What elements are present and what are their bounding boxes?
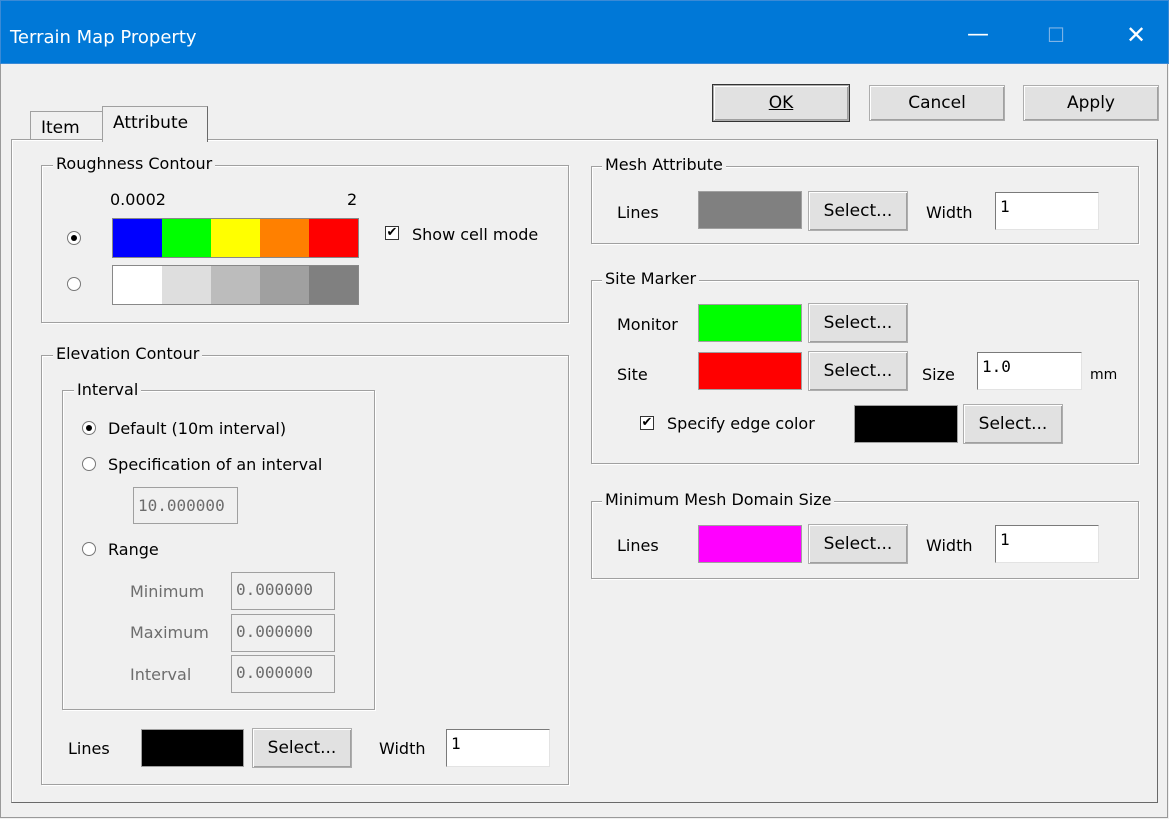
interval-value-label: Interval xyxy=(130,665,192,684)
roughness-title: Roughness Contour xyxy=(53,154,216,173)
roughness-color-cell xyxy=(309,219,358,257)
range-radio[interactable] xyxy=(82,542,96,556)
tab-attribute-label: Attribute xyxy=(113,113,189,133)
roughness-color-cell xyxy=(113,219,162,257)
roughness-color-cell xyxy=(211,219,260,257)
tab-item[interactable]: Item xyxy=(30,111,102,139)
min-mesh-lines-label: Lines xyxy=(617,536,659,555)
minimum-label: Minimum xyxy=(130,582,205,601)
site-select-label: Select... xyxy=(823,361,893,381)
site-marker-title: Site Marker xyxy=(602,269,700,288)
tab-attribute[interactable]: Attribute xyxy=(102,106,208,142)
size-unit-label: mm xyxy=(1090,367,1118,383)
mesh-select-button[interactable]: Select... xyxy=(808,191,908,231)
min-mesh-select-label: Select... xyxy=(823,534,893,554)
cancel-label: Cancel xyxy=(908,93,966,113)
roughness-gray-cell xyxy=(260,266,309,304)
roughness-gray-cell xyxy=(309,266,358,304)
mesh-width-label: Width xyxy=(926,203,973,222)
monitor-select-button[interactable]: Select... xyxy=(808,303,908,343)
mesh-lines-color-swatch xyxy=(698,191,802,229)
roughness-max-label: 2 xyxy=(347,190,358,209)
roughness-gray-scale[interactable] xyxy=(112,265,359,305)
site-select-button[interactable]: Select... xyxy=(808,351,908,391)
ok-button[interactable]: OK xyxy=(712,84,850,122)
mesh-width-input[interactable]: 1 xyxy=(995,192,1099,230)
min-mesh-lines-color-swatch xyxy=(698,525,802,563)
roughness-gray-cell xyxy=(211,266,260,304)
default-interval-label: Default (10m interval) xyxy=(108,419,287,438)
spec-interval-input[interactable]: 10.000000 xyxy=(133,487,238,524)
min-mesh-width-label: Width xyxy=(926,536,973,555)
min-mesh-select-button[interactable]: Select... xyxy=(808,524,908,564)
elevation-width-label: Width xyxy=(379,739,426,758)
roughness-color-radio[interactable] xyxy=(67,231,81,245)
edge-color-swatch xyxy=(854,405,958,443)
spec-interval-radio[interactable] xyxy=(82,457,96,471)
apply-button[interactable]: Apply xyxy=(1023,85,1159,121)
spec-interval-label: Specification of an interval xyxy=(108,455,323,474)
size-input[interactable]: 1.0 xyxy=(977,352,1082,390)
roughness-gray-cell xyxy=(113,266,162,304)
edge-color-label: Specify edge color xyxy=(667,414,815,433)
maximum-label: Maximum xyxy=(130,623,209,642)
mesh-lines-label: Lines xyxy=(617,203,659,222)
monitor-select-label: Select... xyxy=(823,313,893,333)
range-label: Range xyxy=(108,540,159,559)
size-label: Size xyxy=(922,365,955,384)
roughness-min-label: 0.0002 xyxy=(110,190,166,209)
tab-item-label: Item xyxy=(41,118,80,138)
roughness-color-scale[interactable] xyxy=(112,218,359,258)
apply-label: Apply xyxy=(1067,93,1115,113)
site-color-swatch xyxy=(698,352,802,390)
edge-color-checkbox[interactable]: ✔ xyxy=(640,416,654,430)
monitor-color-swatch xyxy=(698,304,802,342)
edge-select-button[interactable]: Select... xyxy=(963,404,1063,444)
interval-title: Interval xyxy=(74,380,142,399)
interval-input[interactable]: 0.000000 xyxy=(231,655,335,693)
minimize-icon[interactable]: — xyxy=(953,15,1003,55)
monitor-label: Monitor xyxy=(617,315,678,334)
edge-select-label: Select... xyxy=(978,414,1048,434)
mesh-attribute-title: Mesh Attribute xyxy=(602,155,726,174)
site-label: Site xyxy=(617,365,648,384)
show-cell-mode-checkbox[interactable]: ✔ xyxy=(385,226,399,240)
window-title: Terrain Map Property xyxy=(10,27,197,48)
roughness-gray-radio[interactable] xyxy=(67,277,81,291)
show-cell-mode-label: Show cell mode xyxy=(412,225,539,244)
min-mesh-title: Minimum Mesh Domain Size xyxy=(602,490,835,509)
elevation-lines-color-swatch xyxy=(141,729,244,767)
ok-label: OK xyxy=(768,93,794,113)
cancel-button[interactable]: Cancel xyxy=(869,85,1005,121)
roughness-color-cell xyxy=(162,219,211,257)
elevation-select-button[interactable]: Select... xyxy=(252,728,352,768)
elevation-title: Elevation Contour xyxy=(53,344,203,363)
roughness-gray-cell xyxy=(162,266,211,304)
default-interval-radio[interactable] xyxy=(82,421,96,435)
minimum-input[interactable]: 0.000000 xyxy=(231,572,335,610)
maximize-icon: ☐ xyxy=(1047,23,1065,47)
title-bar[interactable]: Terrain Map Property — ☐ ✕ xyxy=(0,0,1169,64)
roughness-color-cell xyxy=(260,219,309,257)
min-mesh-width-input[interactable]: 1 xyxy=(995,525,1099,563)
maximum-input[interactable]: 0.000000 xyxy=(231,614,335,652)
elevation-width-input[interactable]: 1 xyxy=(446,729,550,767)
mesh-select-label: Select... xyxy=(823,201,893,221)
elevation-select-label: Select... xyxy=(267,738,337,758)
elevation-lines-label: Lines xyxy=(68,739,110,758)
close-icon[interactable]: ✕ xyxy=(1111,15,1161,55)
